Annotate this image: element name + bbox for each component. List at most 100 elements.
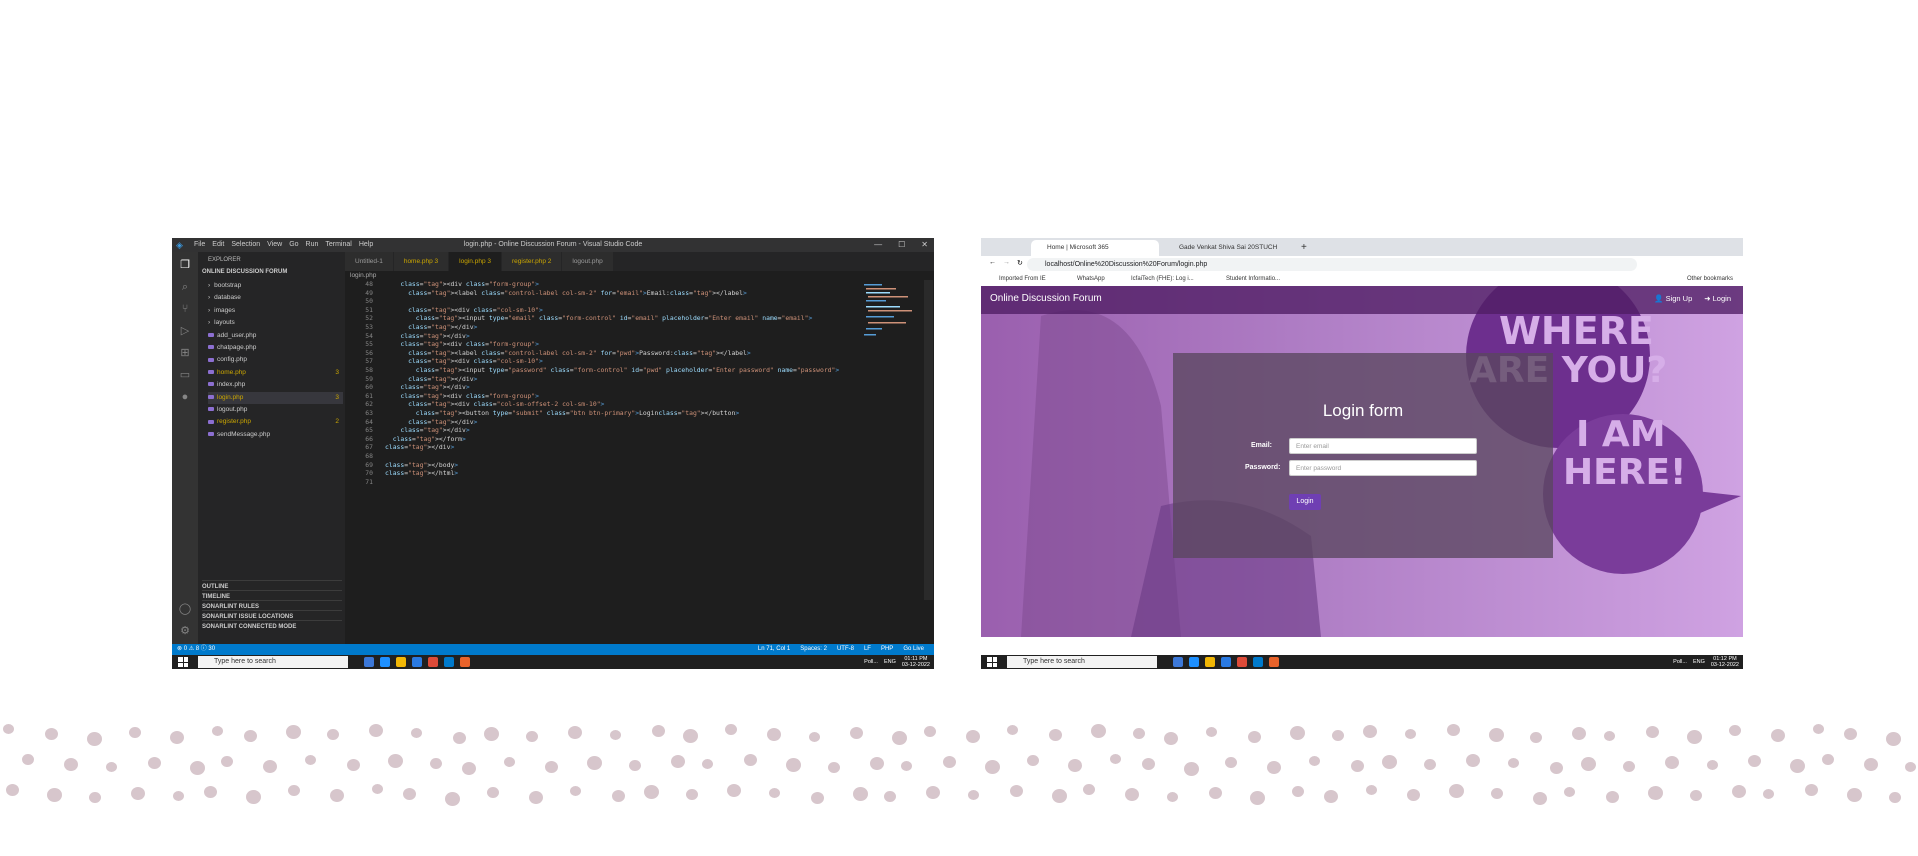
edge-icon[interactable] — [1189, 657, 1199, 667]
code-line[interactable]: class="tag"><div class="form-group"> — [385, 340, 539, 348]
status-item[interactable]: Go Live — [903, 644, 924, 655]
editor-tab-untitled-1[interactable]: Untitled-1 — [345, 252, 394, 271]
bookmark-whatsapp[interactable]: WhatsApp — [1077, 273, 1105, 286]
file-sendMessage[interactable]: sendMessage.php — [208, 429, 343, 441]
extensions-icon[interactable]: ⊞ — [178, 346, 192, 360]
sonarlint-icon[interactable]: ● — [178, 390, 192, 404]
code-line[interactable]: class="tag"></div> — [385, 375, 477, 383]
remote-icon[interactable]: ▭ — [178, 368, 192, 382]
login-button[interactable]: Login — [1289, 494, 1321, 510]
file-chatpage[interactable]: chatpage.php — [208, 342, 343, 354]
code-line[interactable]: class="tag"><div class="col-sm-10"> — [385, 306, 543, 314]
minimap[interactable] — [864, 280, 924, 350]
clock[interactable]: 01:11 PM 03-12-2022 — [902, 656, 930, 668]
code-line[interactable]: class="tag"><button type="submit" class=… — [385, 409, 739, 417]
code-line[interactable]: class="tag"></div> — [385, 443, 454, 451]
back-icon[interactable]: ← — [989, 259, 996, 266]
code-line[interactable]: class="tag"><input type="email" class="f… — [385, 314, 813, 322]
file-explorer-icon[interactable] — [396, 657, 406, 667]
bookmark-other[interactable]: Other bookmarks — [1687, 273, 1733, 286]
account-icon[interactable]: ◯ — [178, 602, 192, 616]
bookmark-imported[interactable]: Imported From IE — [999, 273, 1046, 286]
taskbar-search-input[interactable]: Type here to search — [198, 656, 348, 668]
language-indicator[interactable]: ENG — [1693, 659, 1705, 665]
forward-icon[interactable]: → — [1003, 259, 1010, 266]
file-register[interactable]: register.php 2 — [208, 416, 343, 428]
folder-layouts[interactable]: layouts — [208, 317, 343, 329]
taskbar-search-input[interactable]: Type here to search — [1007, 656, 1157, 668]
code-editor[interactable]: 48 class="tag"><div class="form-group"> 4… — [345, 280, 885, 568]
breadcrumb[interactable]: login.php — [350, 272, 376, 279]
settings-gear-icon[interactable]: ⚙ — [178, 624, 192, 638]
code-line[interactable]: class="tag"></body> — [385, 461, 458, 469]
email-field[interactable]: Enter email — [1289, 438, 1477, 454]
taskbar-app-label[interactable]: Poll... — [1673, 659, 1687, 665]
run-debug-icon[interactable]: ▷ — [178, 324, 192, 338]
close-icon[interactable]: ✕ — [921, 238, 928, 252]
workspace-folder[interactable]: ONLINE DISCUSSION FORUM — [202, 269, 287, 275]
minimize-icon[interactable]: — — [874, 238, 882, 252]
reload-icon[interactable]: ↻ — [1017, 259, 1023, 267]
sidebar-section-sonarlint-connected-mode[interactable]: SONARLINT CONNECTED MODE — [202, 620, 342, 633]
search-icon[interactable]: ⌕ — [178, 280, 192, 294]
url-input[interactable]: localhost/Online%20Discussion%20Forum/lo… — [1027, 258, 1637, 271]
status-item[interactable]: Spaces: 2 — [800, 644, 827, 655]
folder-database[interactable]: database — [208, 292, 343, 304]
taskbar-app-label[interactable]: Poll... — [864, 659, 878, 665]
status-item[interactable]: LF — [864, 644, 871, 655]
browser-tab-student[interactable]: Gade Venkat Shiva Sai 20STUCH — [1163, 240, 1291, 256]
editor-tab-home[interactable]: home.php 3 — [393, 252, 450, 271]
windows-start-icon[interactable] — [178, 657, 188, 667]
store-icon[interactable] — [1221, 657, 1231, 667]
vscode-taskbar-icon[interactable] — [444, 657, 454, 667]
store-icon[interactable] — [412, 657, 422, 667]
code-line[interactable]: class="tag"><label class="control-label … — [385, 289, 747, 297]
code-line[interactable]: class="tag"><input type="password" class… — [385, 366, 839, 374]
browser-tab-microsoft365[interactable]: Home | Microsoft 365 — [1031, 240, 1159, 256]
maximize-icon[interactable]: ☐ — [898, 238, 905, 252]
chrome-icon[interactable] — [1237, 657, 1247, 667]
bookmark-student-info[interactable]: Student Informatio... — [1226, 273, 1280, 286]
edge-icon[interactable] — [380, 657, 390, 667]
password-field[interactable]: Enter password — [1289, 460, 1477, 476]
site-brand[interactable]: Online Discussion Forum — [990, 293, 1102, 304]
folder-images[interactable]: images — [208, 305, 343, 317]
code-line[interactable]: class="tag"></div> — [385, 383, 469, 391]
powerpoint-icon[interactable] — [460, 657, 470, 667]
code-line[interactable]: class="tag"><div class="form-group"> — [385, 392, 539, 400]
bookmark-icfaitech[interactable]: IcfaiTech (FHE): Log i... — [1131, 273, 1194, 286]
code-line[interactable]: class="tag"></div> — [385, 332, 469, 340]
source-control-icon[interactable]: ⑂ — [178, 302, 192, 316]
editor-scrollbar[interactable] — [924, 280, 933, 600]
language-indicator[interactable]: ENG — [884, 659, 896, 665]
folder-bootstrap[interactable]: bootstrap — [208, 280, 343, 292]
explorer-icon[interactable]: ❐ — [178, 258, 192, 272]
file-config[interactable]: config.php — [208, 354, 343, 366]
code-line[interactable]: class="tag"></div> — [385, 323, 477, 331]
file-index[interactable]: index.php — [208, 379, 343, 391]
signup-link[interactable]: 👤 Sign Up — [1654, 294, 1692, 303]
file-add_user[interactable]: add_user.php — [208, 330, 343, 342]
code-line[interactable]: class="tag"><label class="control-label … — [385, 349, 751, 357]
code-line[interactable]: class="tag"></div> — [385, 426, 469, 434]
code-line[interactable]: class="tag"></form> — [385, 435, 466, 443]
problems-status[interactable]: ⊗ 0 ⚠ 8 ⓘ 30 — [177, 644, 215, 655]
windows-start-icon[interactable] — [987, 657, 997, 667]
status-item[interactable]: PHP — [881, 644, 893, 655]
code-line[interactable]: class="tag"><div class="col-sm-10"> — [385, 357, 543, 365]
code-line[interactable]: class="tag"></div> — [385, 418, 477, 426]
chrome-icon[interactable] — [428, 657, 438, 667]
taskview-icon[interactable] — [364, 657, 374, 667]
file-logout[interactable]: logout.php — [208, 404, 343, 416]
clock[interactable]: 01:12 PM 03-12-2022 — [1711, 656, 1739, 668]
file-home[interactable]: home.php 3 — [208, 367, 343, 379]
status-item[interactable]: UTF-8 — [837, 644, 854, 655]
taskview-icon[interactable] — [1173, 657, 1183, 667]
powerpoint-icon[interactable] — [1269, 657, 1279, 667]
status-item[interactable]: Ln 71, Col 1 — [758, 644, 790, 655]
vscode-taskbar-icon[interactable] — [1253, 657, 1263, 667]
code-line[interactable]: class="tag"></html> — [385, 469, 458, 477]
editor-tab-register[interactable]: register.php 2 — [501, 252, 563, 271]
editor-tab-login[interactable]: login.php 3 — [449, 252, 502, 271]
file-explorer-icon[interactable] — [1205, 657, 1215, 667]
